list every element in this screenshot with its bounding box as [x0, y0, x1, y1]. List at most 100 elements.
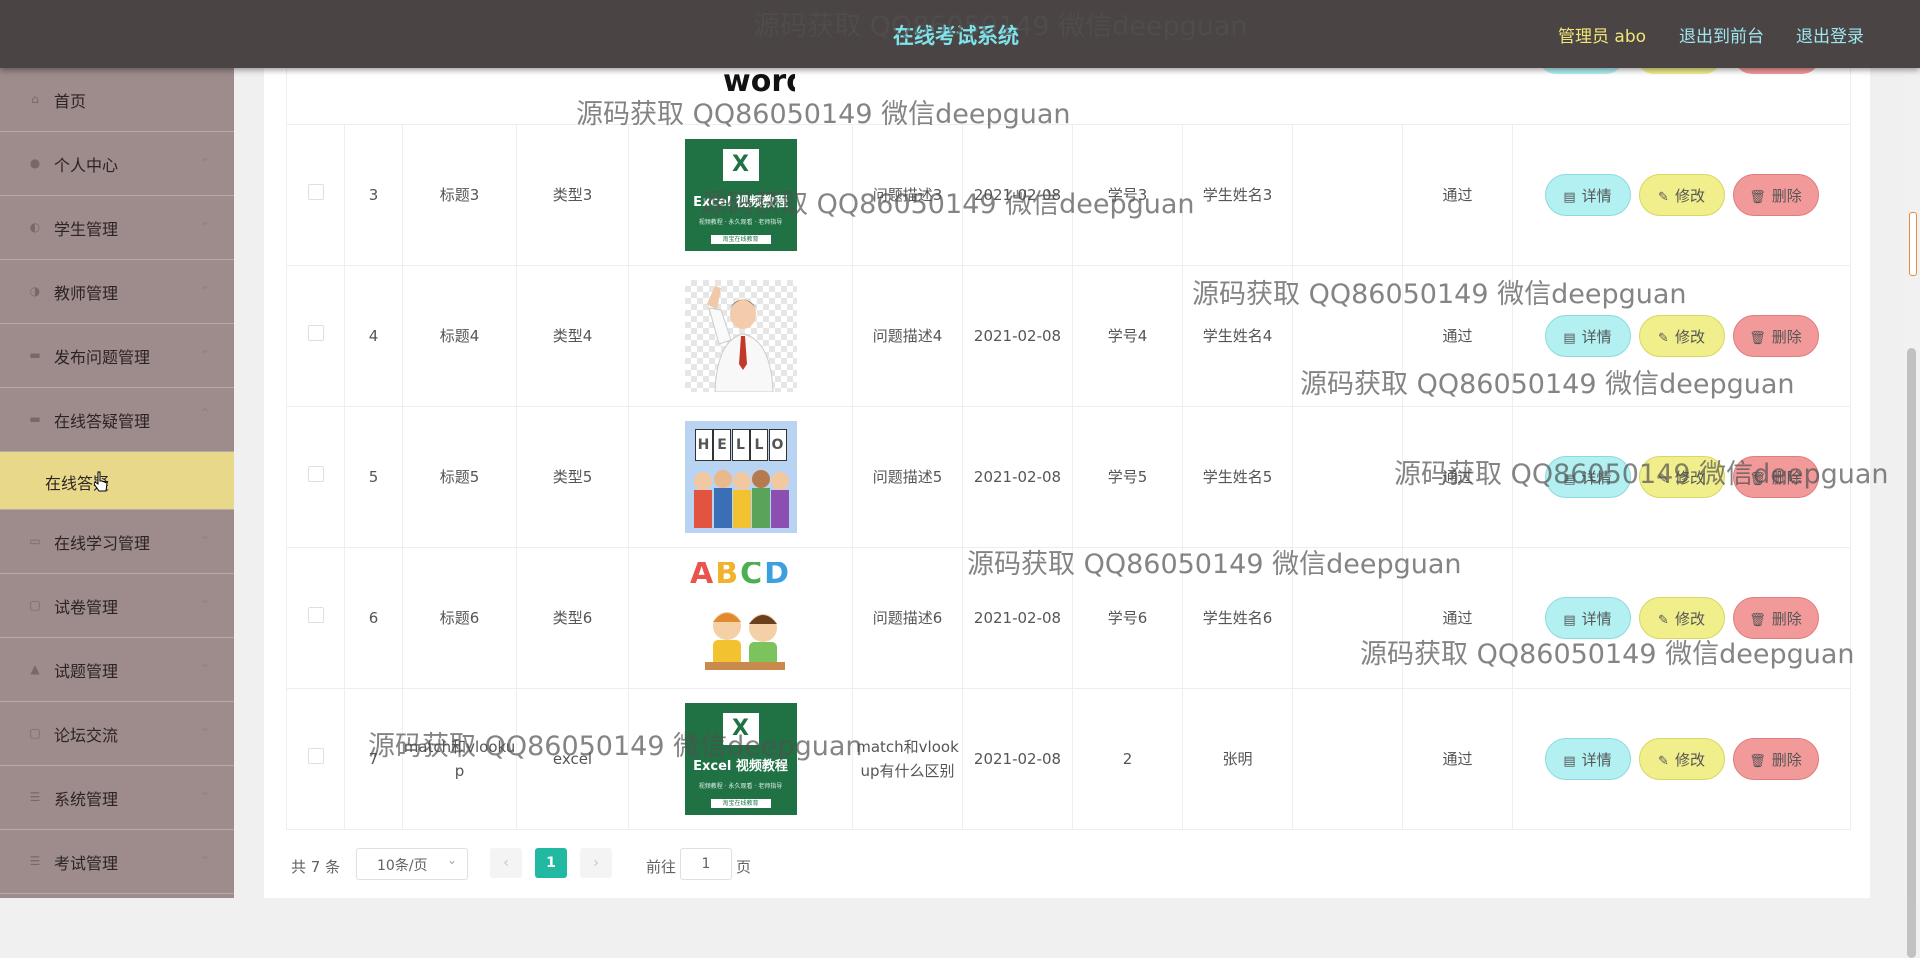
row-actions: ▤ 详情 ✎ 修改 🗑 删除 — [1512, 406, 1851, 548]
delete-label: 删除 — [1771, 328, 1802, 346]
row-reply — [1292, 265, 1403, 407]
delete-button[interactable]: 🗑 删除 — [1732, 738, 1819, 780]
sidebar-item-label: 考试管理 — [54, 854, 119, 873]
trash-icon: 🗑 — [1749, 331, 1766, 346]
chevron-down-icon: ⌄ — [200, 592, 211, 606]
detail-label: 详情 — [1581, 610, 1612, 628]
exam-icon: ☰ — [29, 854, 41, 868]
sidebar-item-papers[interactable]: ▢ 试卷管理 ⌄ — [0, 574, 234, 638]
trash-icon: 🗑 — [1749, 613, 1766, 628]
row-index: 5 — [344, 406, 403, 548]
sidebar-item-system[interactable]: ☰ 系统管理 ⌄ — [0, 766, 234, 830]
sidebar-item-forum[interactable]: ▢ 论坛交流 ⌄ — [0, 702, 234, 766]
sidebar-item-students[interactable]: ◐ 学生管理 ⌄ — [0, 196, 234, 260]
edit-label: 修改 — [1674, 751, 1705, 769]
row-select-cell[interactable] — [286, 406, 345, 548]
delete-button[interactable]: 🗑 删除 — [1732, 597, 1819, 639]
sidebar-item-label: 个人中心 — [54, 156, 119, 175]
chevron-down-icon: ⌄ — [446, 853, 457, 867]
sidebar: ⌂ 首页 ● 个人中心 ⌄ ◐ 学生管理 ⌄ ◑ 教师管理 ⌄ ▬ 发布问题管理… — [0, 68, 234, 898]
row-reply — [1292, 124, 1403, 266]
detail-button[interactable]: ▤ 详情 — [1544, 738, 1631, 780]
row-student-name: 学生姓名6 — [1182, 547, 1293, 689]
delete-button[interactable]: 🗑 删除 — [1732, 174, 1819, 216]
sidebar-item-exam-questions[interactable]: ▲ 试题管理 ⌄ — [0, 638, 234, 702]
row-date: 2021-02-08 — [962, 406, 1073, 548]
system-icon: ☰ — [29, 790, 41, 804]
delete-button[interactable]: 🗑 删除 — [1732, 456, 1819, 498]
row-reply — [1292, 547, 1403, 689]
trash-icon: 🗑 — [1749, 190, 1766, 205]
excel-thumbnail: X Excel 视频教程 视频教程 · 永久观看 · 老师指导 淘宝在线教育 — [684, 139, 797, 251]
row-checkbox[interactable] — [307, 466, 324, 482]
detail-label: 详情 — [1581, 187, 1612, 205]
row-date: 2021-02-08 — [962, 688, 1073, 830]
row-checkbox[interactable] — [307, 325, 324, 341]
edit-button[interactable]: ✎ 修改 — [1638, 738, 1725, 780]
detail-button[interactable]: ▤ 详情 — [1544, 597, 1631, 639]
row-type: excel — [516, 688, 629, 830]
sidebar-item-teachers[interactable]: ◑ 教师管理 ⌄ — [0, 260, 234, 324]
logout-link[interactable]: 退出登录 — [1796, 22, 1864, 47]
prev-page-button[interactable]: ‹ — [490, 848, 522, 878]
row-title: 标题5 — [402, 406, 517, 548]
row-title: 标题4 — [402, 265, 517, 407]
sidebar-item-label: 在线答疑管理 — [54, 412, 151, 431]
row-description: match和vlookup有什么区别 — [852, 688, 963, 830]
teacher-photo-thumbnail — [684, 280, 797, 392]
total-count: 共 7 条 — [291, 858, 341, 876]
row-select-cell[interactable] — [286, 547, 345, 689]
row-checkbox[interactable] — [307, 607, 324, 623]
top-header: 在线考试系统 管理员 abo 退出到前台 退出登录 — [0, 0, 1920, 68]
chevron-down-icon: ⌄ — [200, 150, 211, 164]
sidebar-item-label: 在线学习管理 — [54, 534, 151, 553]
goto-page-input[interactable]: 1 — [680, 848, 732, 880]
edit-button[interactable]: ✎ 修改 — [1638, 174, 1725, 216]
goto-label: 前往 — [646, 858, 677, 876]
page-1-button[interactable]: 1 — [535, 848, 567, 878]
table-row: 7 match和vlookup excel X Excel 视频教程 视频教程 … — [286, 688, 1851, 830]
scrollbar[interactable] — [1904, 68, 1920, 958]
sidebar-item-profile[interactable]: ● 个人中心 ⌄ — [0, 132, 234, 196]
edit-button[interactable]: ✎ 修改 — [1638, 315, 1725, 357]
chevron-down-icon: ⌄ — [200, 342, 211, 356]
sidebar-subitem-online-answer[interactable]: 在线答疑 — [0, 452, 234, 510]
detail-button[interactable]: ▤ 详情 — [1544, 315, 1631, 357]
delete-label: 删除 — [1771, 751, 1802, 769]
back-to-front-link[interactable]: 退出到前台 — [1679, 22, 1764, 47]
system-title: 在线考试系统 — [893, 24, 1019, 48]
detail-button[interactable]: ▤ 详情 — [1544, 174, 1631, 216]
row-select-cell[interactable] — [286, 688, 345, 830]
sidebar-item-exams[interactable]: ☰ 考试管理 ⌄ — [0, 830, 234, 894]
row-index: 6 — [344, 547, 403, 689]
next-page-button[interactable]: › — [580, 848, 612, 878]
row-checkbox[interactable] — [307, 184, 324, 200]
row-checkbox[interactable] — [307, 748, 324, 764]
sidebar-item-label: 教师管理 — [54, 284, 119, 303]
detail-button[interactable]: ▤ 详情 — [1544, 456, 1631, 498]
hello-kids-thumbnail: H E L L O — [684, 421, 797, 533]
row-reply — [1292, 688, 1403, 830]
row-description: 问题描述4 — [852, 265, 963, 407]
table-row: 5 标题5 类型5 H E L L O 问题描述5 2021-02-08 学号5… — [286, 406, 1851, 548]
page-size-select[interactable]: 10条/页 ⌄ — [356, 848, 468, 880]
row-image-cell: X Excel 视频教程 视频教程 · 永久观看 · 老师指导 淘宝在线教育 — [628, 688, 853, 830]
sidebar-item-answers[interactable]: ▬ 在线答疑管理 ⌃ — [0, 388, 234, 452]
edit-button[interactable]: ✎ 修改 — [1638, 456, 1725, 498]
row-select-cell[interactable] — [286, 265, 345, 407]
sidebar-item-study[interactable]: ▭ 在线学习管理 ⌄ — [0, 510, 234, 574]
sidebar-item-home[interactable]: ⌂ 首页 — [0, 68, 234, 132]
row-student-no: 学号4 — [1072, 265, 1183, 407]
delete-button[interactable]: 🗑 删除 — [1732, 315, 1819, 357]
edit-label: 修改 — [1674, 469, 1705, 487]
delete-label: 删除 — [1771, 469, 1802, 487]
edit-button[interactable]: ✎ 修改 — [1638, 597, 1725, 639]
edit-label: 修改 — [1674, 328, 1705, 346]
row-select-cell[interactable] — [286, 124, 345, 266]
sidebar-item-label: 发布问题管理 — [54, 348, 151, 367]
row-index: 7 — [344, 688, 403, 830]
row-actions: ▤ 详情 ✎ 修改 🗑 删除 — [1512, 124, 1851, 266]
scrollbar-thumb[interactable] — [1907, 348, 1916, 958]
row-type: 类型3 — [516, 124, 629, 266]
sidebar-item-questions[interactable]: ▬ 发布问题管理 ⌄ — [0, 324, 234, 388]
